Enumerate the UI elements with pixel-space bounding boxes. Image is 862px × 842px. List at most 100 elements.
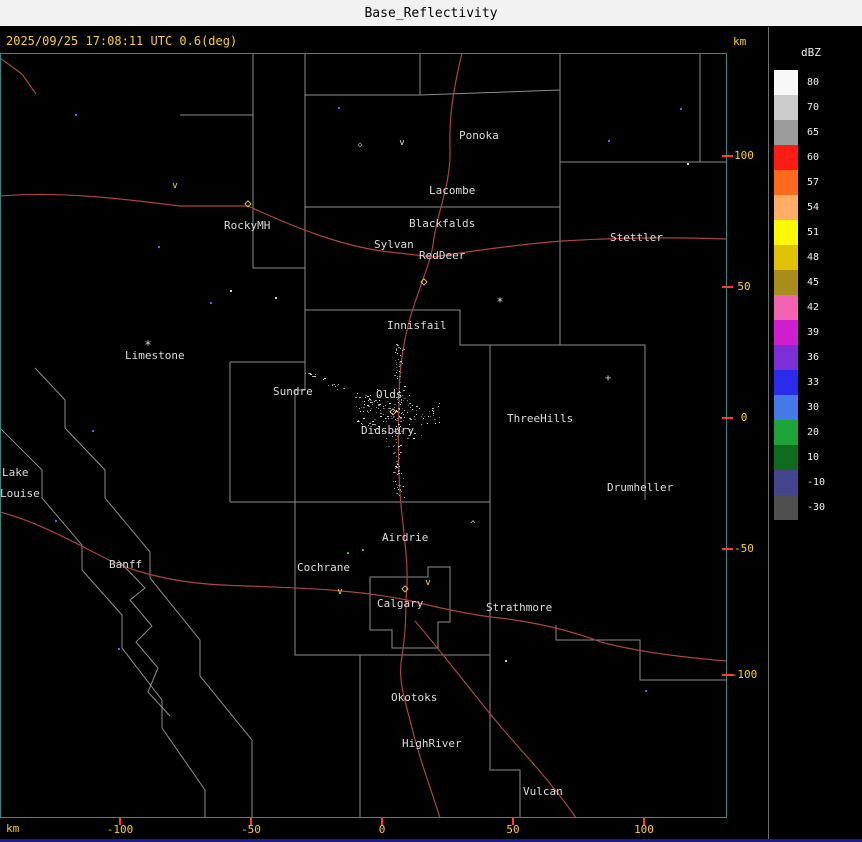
dbz-legend-levels: 80 70 65 60 57 54 51 48 45 42 39 36 33 30 20 10 -10 -30 bbox=[770, 70, 862, 520]
map-speck bbox=[55, 520, 57, 522]
legend-level-row: 20 bbox=[774, 420, 862, 445]
city-label: Vulcan bbox=[523, 785, 563, 798]
city-label: Lacombe bbox=[429, 184, 475, 197]
map-speck bbox=[275, 297, 277, 299]
legend-level-row: 51 bbox=[774, 220, 862, 245]
legend-color-swatch bbox=[774, 220, 798, 245]
map-speck bbox=[347, 552, 349, 554]
right-axis-tick-label: 100 bbox=[734, 149, 754, 162]
map-symbol-marker: v bbox=[337, 587, 342, 597]
bottom-axis-tick-label: -100 bbox=[106, 823, 134, 836]
legend-color-swatch bbox=[774, 495, 798, 520]
station-diamond-marker: ◇ bbox=[401, 581, 409, 595]
city-label: Olds bbox=[376, 388, 403, 401]
legend-value-label: -10 bbox=[807, 477, 826, 488]
city-label: Okotoks bbox=[391, 691, 437, 704]
legend-value-label: 45 bbox=[807, 277, 820, 288]
legend-level-row: 42 bbox=[774, 295, 862, 320]
radar-app-window: Base_Reflectivity 2025/09/25 17:08:11 UT… bbox=[0, 0, 862, 842]
legend-value-label: 57 bbox=[807, 177, 820, 188]
city-label: HighRiver bbox=[402, 737, 462, 750]
legend-color-swatch bbox=[774, 470, 798, 495]
city-label: Didsbury bbox=[361, 424, 414, 437]
legend-value-label: -30 bbox=[807, 502, 826, 513]
legend-value-label: 39 bbox=[807, 327, 820, 338]
map-speck bbox=[75, 114, 77, 116]
map-speck bbox=[680, 108, 682, 110]
legend-level-row: 48 bbox=[774, 245, 862, 270]
mountain-park-boundary bbox=[1, 367, 253, 818]
city-label: RockyMH bbox=[224, 219, 270, 232]
map-speck bbox=[362, 549, 364, 551]
legend-level-row: 10 bbox=[774, 445, 862, 470]
panel-divider bbox=[768, 27, 769, 842]
legend-value-label: 51 bbox=[807, 227, 820, 238]
legend-color-swatch bbox=[774, 420, 798, 445]
legend-level-row: -30 bbox=[774, 495, 862, 520]
legend-level-row: 65 bbox=[774, 120, 862, 145]
station-diamond-marker: ◇ bbox=[420, 274, 428, 288]
city-label: Louise bbox=[0, 487, 40, 500]
map-speck bbox=[158, 246, 160, 248]
city-label: Airdrie bbox=[382, 531, 428, 544]
right-axis-tick-label: -50 bbox=[734, 542, 754, 555]
legend-color-swatch bbox=[774, 370, 798, 395]
legend-color-swatch bbox=[774, 445, 798, 470]
map-symbol-marker: ^ bbox=[470, 520, 476, 530]
legend-level-row: -10 bbox=[774, 470, 862, 495]
map-speck bbox=[505, 660, 507, 662]
legend-color-swatch bbox=[774, 295, 798, 320]
map-symbol-marker: v bbox=[399, 138, 404, 148]
map-symbol-marker: + bbox=[605, 373, 611, 384]
legend-title: dBZ bbox=[801, 46, 821, 59]
legend-color-swatch bbox=[774, 395, 798, 420]
station-diamond-marker: ◇ bbox=[244, 196, 252, 210]
map-symbol-marker: v bbox=[425, 578, 430, 588]
legend-value-label: 33 bbox=[807, 377, 820, 388]
legend-level-row: 36 bbox=[774, 345, 862, 370]
map-speck bbox=[92, 430, 94, 432]
right-axis-tick-label: -100 bbox=[730, 668, 758, 681]
right-axis: 100 50 0 -50 -100 bbox=[722, 0, 770, 842]
city-label: Ponoka bbox=[459, 129, 499, 142]
city-label: Stettler bbox=[610, 231, 663, 244]
bottom-axis-tick-label: 50 bbox=[506, 823, 520, 836]
legend-level-row: 70 bbox=[774, 95, 862, 120]
legend-value-label: 42 bbox=[807, 302, 820, 313]
map-speck bbox=[210, 302, 212, 304]
map-speck bbox=[608, 140, 610, 142]
legend-level-row: 30 bbox=[774, 395, 862, 420]
radar-echoes bbox=[305, 344, 440, 498]
county-boundary-lines bbox=[180, 54, 727, 818]
map-symbol-marker: * bbox=[496, 295, 503, 309]
legend-value-label: 54 bbox=[807, 202, 820, 213]
city-label: Calgary bbox=[377, 597, 424, 610]
highway-11-east-west bbox=[1, 193, 727, 258]
radar-map-canvas[interactable]: ◇◇◇◇vvvv◇**+^ PonokaLacombeBlackfaldsSyl… bbox=[0, 0, 728, 842]
legend-color-swatch bbox=[774, 95, 798, 120]
legend-value-label: 10 bbox=[807, 452, 820, 463]
legend-color-swatch bbox=[774, 70, 798, 95]
legend-level-row: 57 bbox=[774, 170, 862, 195]
legend-color-swatch bbox=[774, 145, 798, 170]
legend-color-swatch bbox=[774, 195, 798, 220]
city-label: Blackfalds bbox=[409, 217, 475, 230]
legend-value-label: 65 bbox=[807, 127, 820, 138]
legend-level-row: 80 bbox=[774, 70, 862, 95]
map-speck bbox=[230, 290, 232, 292]
legend-value-label: 70 bbox=[807, 102, 820, 113]
legend-level-row: 60 bbox=[774, 145, 862, 170]
map-speck bbox=[338, 107, 340, 109]
city-label: Strathmore bbox=[486, 601, 552, 614]
legend-color-swatch bbox=[774, 170, 798, 195]
legend-color-swatch bbox=[774, 345, 798, 370]
city-label: ThreeHills bbox=[507, 412, 573, 425]
map-specks bbox=[55, 107, 689, 692]
city-labels: Ponoka Lacombe Blackfalds Sylvan RedDeer Stet… bbox=[0, 129, 674, 798]
right-axis-tick-label: 0 bbox=[740, 411, 748, 424]
legend-color-swatch bbox=[774, 320, 798, 345]
legend-level-row: 45 bbox=[774, 270, 862, 295]
bottom-axis-tick-label: -50 bbox=[241, 823, 261, 836]
map-symbol-marker: v bbox=[172, 181, 177, 191]
city-label: Banff bbox=[109, 558, 142, 571]
